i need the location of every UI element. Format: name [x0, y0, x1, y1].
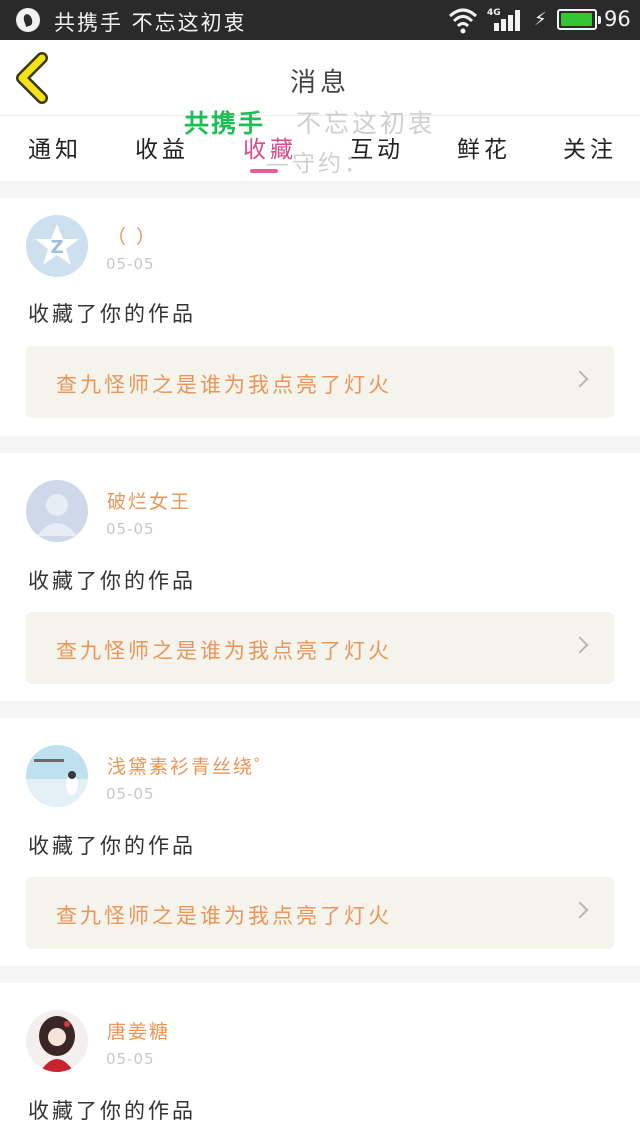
tab-following[interactable]: 关注 — [563, 130, 617, 164]
cell-signal-icon — [488, 9, 522, 31]
message-card: Z （ ） 05-05 收藏了你的作品 查九怪师之是谁为我点亮了灯火 — [0, 198, 640, 436]
battery-icon — [557, 9, 601, 30]
active-tab-indicator — [250, 169, 278, 173]
work-title: 查九怪师之是谁为我点亮了灯火 — [56, 639, 392, 663]
charging-bolt-icon: ⚡ — [534, 9, 547, 30]
work-link[interactable]: 查九怪师之是谁为我点亮了灯火 — [26, 877, 614, 949]
chevron-right-icon — [571, 636, 589, 654]
wifi-icon — [448, 8, 478, 34]
qq-avatar-icon[interactable]: Z — [26, 215, 88, 277]
default-avatar-icon[interactable] — [26, 480, 88, 542]
sky-girl-avatar[interactable] — [26, 745, 88, 807]
tab-earnings[interactable]: 收益 — [135, 130, 189, 164]
username[interactable]: 破烂女王 — [107, 487, 191, 514]
action-text: 收藏了你的作品 — [28, 1099, 196, 1123]
header: 消息 — [0, 40, 640, 116]
carrier-text: 共携手 不忘这初衷 — [54, 11, 247, 35]
message-card: 破烂女王 05-05 收藏了你的作品 查九怪师之是谁为我点亮了灯火 — [0, 453, 640, 701]
chevron-right-icon — [571, 901, 589, 919]
tab-notifications[interactable]: 通知 — [28, 130, 82, 164]
battery-percent: 96 — [604, 7, 631, 31]
chevron-right-icon — [571, 370, 589, 388]
battery-level-fill — [561, 13, 592, 26]
message-date: 05-05 — [106, 520, 155, 538]
action-text: 收藏了你的作品 — [28, 834, 196, 858]
username[interactable]: （ ） — [107, 222, 157, 249]
red-dress-avatar[interactable] — [26, 1010, 88, 1072]
action-text: 收藏了你的作品 — [28, 302, 196, 326]
message-date: 05-05 — [106, 255, 155, 273]
message-card: 浅黛素衫青丝绕゜ 05-05 收藏了你的作品 查九怪师之是谁为我点亮了灯火 — [0, 718, 640, 966]
work-link[interactable]: 查九怪师之是谁为我点亮了灯火 — [26, 346, 614, 418]
work-link[interactable]: 查九怪师之是谁为我点亮了灯火 — [26, 612, 614, 684]
message-date: 05-05 — [106, 1050, 155, 1068]
message-date: 05-05 — [106, 785, 155, 803]
carrier-logo-icon — [16, 8, 40, 32]
tab-interactions[interactable]: 互动 — [350, 130, 404, 164]
action-text: 收藏了你的作品 — [28, 569, 196, 593]
svg-text:Z: Z — [50, 237, 63, 258]
status-bar: 共携手 不忘这初衷 4G ⚡ 96 — [0, 0, 640, 40]
tab-flowers[interactable]: 鲜花 — [457, 130, 511, 164]
work-title: 查九怪师之是谁为我点亮了灯火 — [56, 373, 392, 397]
username[interactable]: 唐姜糖 — [107, 1017, 170, 1044]
page-title: 消息 — [289, 68, 350, 98]
tab-bar: 通知 收益 收藏 互动 鲜花 关注 — [0, 117, 640, 181]
message-card: 唐姜糖 05-05 收藏了你的作品 — [0, 983, 640, 1138]
tab-favorites[interactable]: 收藏 — [243, 130, 297, 164]
username[interactable]: 浅黛素衫青丝绕゜ — [107, 752, 275, 779]
work-title: 查九怪师之是谁为我点亮了灯火 — [56, 904, 392, 928]
message-list[interactable]: Z （ ） 05-05 收藏了你的作品 查九怪师之是谁为我点亮了灯火 破烂女王 … — [0, 181, 640, 1138]
